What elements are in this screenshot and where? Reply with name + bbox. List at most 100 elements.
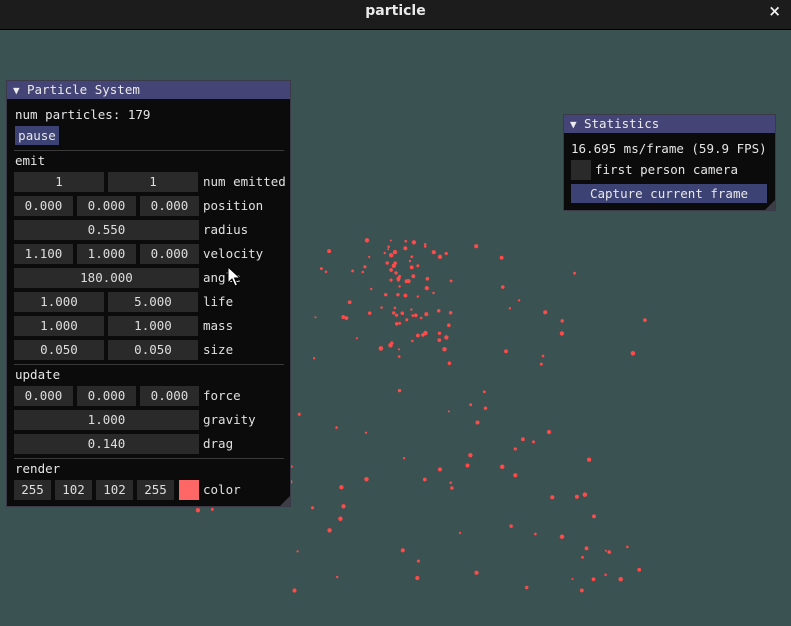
particle: [387, 245, 390, 248]
particle: [592, 514, 596, 519]
force-label: force: [203, 388, 241, 403]
position-z-field[interactable]: 0.000: [140, 196, 199, 216]
particle: [626, 545, 629, 549]
particle: [424, 285, 429, 291]
drag-slider[interactable]: 0.140: [14, 434, 199, 454]
velocity-y-field[interactable]: 1.000: [77, 244, 136, 264]
particle: [210, 507, 214, 511]
first-person-camera-checkbox[interactable]: [571, 160, 591, 180]
life-max-field[interactable]: 5.000: [108, 292, 198, 312]
particle: [411, 314, 415, 317]
force-x-field[interactable]: 0.000: [14, 386, 73, 406]
position-y-field[interactable]: 0.000: [77, 196, 136, 216]
force-y-field[interactable]: 0.000: [77, 386, 136, 406]
particle: [499, 464, 505, 470]
particle: [483, 406, 488, 410]
particle: [314, 316, 317, 319]
particle: [370, 287, 373, 291]
mass-min-field[interactable]: 1.000: [14, 316, 104, 336]
velocity-x-field[interactable]: 1.100: [14, 244, 73, 264]
particle: [338, 516, 343, 522]
particle: [396, 276, 401, 281]
particle: [449, 481, 452, 484]
particle: [405, 318, 409, 322]
resize-grip-icon[interactable]: [280, 496, 290, 506]
particle: [406, 278, 411, 284]
particle: [582, 492, 588, 497]
pause-button[interactable]: pause: [15, 126, 59, 145]
particle: [361, 270, 365, 274]
particle: [400, 311, 405, 316]
particle: [411, 240, 417, 245]
particle-system-header[interactable]: ▼ Particle System: [7, 81, 290, 99]
color-b-field[interactable]: 102: [96, 480, 133, 500]
particle: [416, 295, 420, 298]
num-emitted-field-2[interactable]: 1: [108, 172, 198, 192]
particle: [504, 349, 508, 354]
particle: [394, 322, 399, 326]
velocity-z-field[interactable]: 0.000: [140, 244, 199, 264]
particle: [474, 570, 479, 575]
collapse-triangle-icon[interactable]: ▼: [570, 116, 584, 134]
particle: [364, 476, 369, 482]
particle: [446, 323, 451, 328]
particle: [351, 269, 355, 273]
mouse-cursor-icon: [227, 266, 241, 287]
particle: [387, 248, 390, 251]
particle: [546, 429, 552, 435]
particle: [297, 412, 301, 416]
particle: [398, 285, 401, 288]
size-max-field[interactable]: 0.050: [108, 340, 198, 360]
particle: [396, 292, 400, 297]
particle: [394, 271, 398, 275]
particle: [447, 410, 451, 413]
particle: [618, 576, 623, 582]
particle: [393, 306, 397, 310]
particle: [416, 559, 420, 563]
particle: [424, 312, 429, 317]
num-emitted-field-1[interactable]: 1: [14, 172, 104, 192]
life-min-field[interactable]: 1.000: [14, 292, 104, 312]
particle: [500, 285, 505, 289]
color-a-field[interactable]: 255: [137, 480, 174, 500]
particle: [415, 575, 420, 581]
particle: [579, 588, 584, 593]
particle: [508, 307, 512, 310]
color-swatch[interactable]: [179, 480, 199, 500]
particle: [607, 550, 612, 554]
radius-slider[interactable]: 0.550: [14, 220, 199, 240]
resize-grip-icon[interactable]: [765, 200, 775, 210]
size-min-field[interactable]: 0.050: [14, 340, 104, 360]
particle: [327, 249, 332, 254]
particle: [335, 426, 338, 429]
particle: [339, 485, 344, 490]
particle: [499, 255, 504, 260]
particle: [524, 585, 529, 590]
particle: [532, 440, 535, 444]
particle: [397, 388, 402, 393]
gravity-slider[interactable]: 1.000: [14, 410, 199, 430]
capture-frame-button[interactable]: Capture current frame: [571, 184, 767, 203]
statistics-header[interactable]: ▼ Statistics: [564, 115, 775, 133]
particle: [469, 403, 473, 407]
particle: [312, 357, 316, 360]
particle: [465, 463, 470, 468]
particle: [397, 348, 401, 351]
particle: [474, 244, 479, 249]
color-g-field[interactable]: 102: [55, 480, 92, 500]
particle: [324, 270, 328, 274]
angle-slider[interactable]: 180.000: [14, 268, 199, 288]
particle: [389, 253, 394, 258]
particle: [416, 264, 420, 268]
color-r-field[interactable]: 255: [14, 480, 51, 500]
position-x-field[interactable]: 0.000: [14, 196, 73, 216]
separator: [14, 150, 284, 151]
close-icon[interactable]: ×: [768, 0, 781, 22]
particle: [385, 261, 389, 265]
mass-max-field[interactable]: 1.000: [108, 316, 198, 336]
collapse-triangle-icon[interactable]: ▼: [13, 82, 27, 100]
particle: [604, 573, 607, 576]
force-z-field[interactable]: 0.000: [140, 386, 199, 406]
particle: [422, 477, 427, 482]
particle: [447, 361, 452, 366]
